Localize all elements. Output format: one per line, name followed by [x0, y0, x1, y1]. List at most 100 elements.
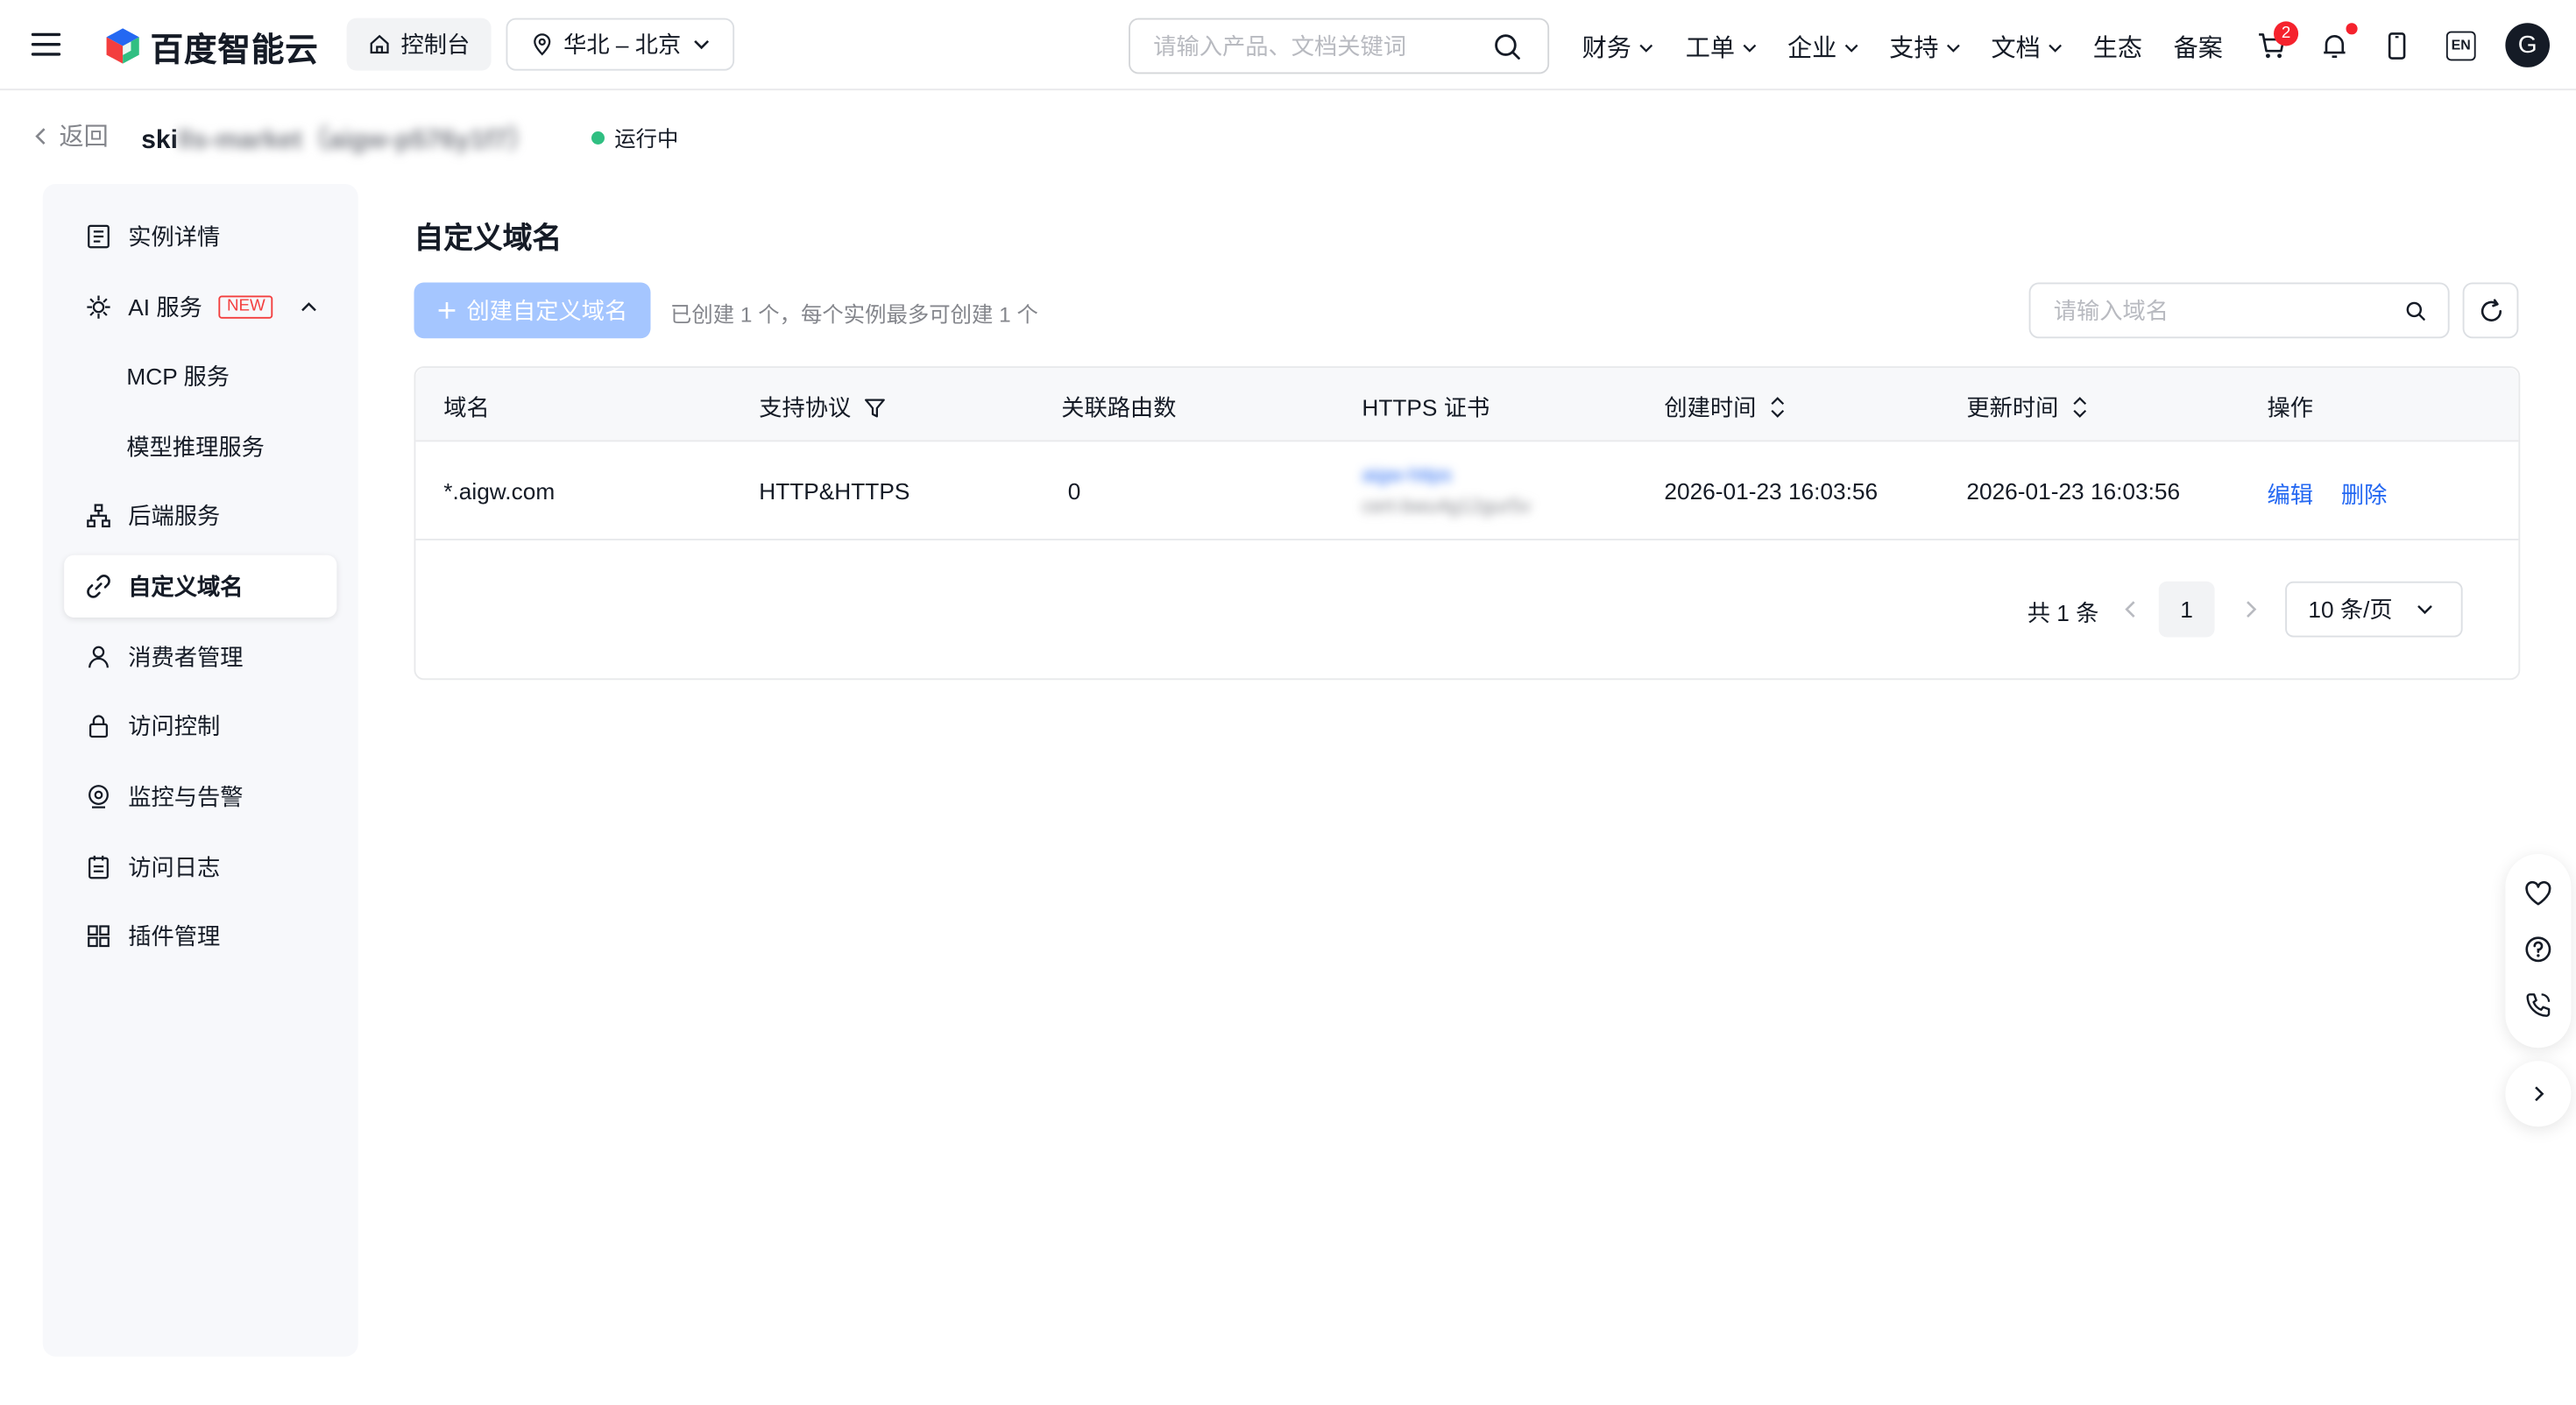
region-selector[interactable]: 华北 – 北京	[506, 18, 735, 71]
delete-button[interactable]: 删除	[2341, 478, 2388, 512]
cell-cert-id: cert-bwu4g12gur5v	[1362, 494, 1532, 518]
sidebar-item-backend-service[interactable]: 后端服务	[64, 484, 336, 547]
bell-icon[interactable]	[2320, 32, 2350, 61]
table-header: 域名 支持协议 关联路由数 HTTPS 证书 创建时间 更新时间 操作	[415, 368, 2519, 442]
back-button[interactable]: 返回	[33, 118, 109, 152]
home-icon	[370, 34, 389, 54]
status-badge: 运行中	[591, 122, 678, 153]
nav-support[interactable]: 支持	[1889, 30, 1962, 64]
sidebar-item-instance-detail[interactable]: 实例详情	[64, 205, 336, 267]
sort-icon[interactable]	[2071, 396, 2088, 419]
phone-icon[interactable]	[2523, 991, 2553, 1020]
nav-docs[interactable]: 文档	[1992, 30, 2064, 64]
chevron-down-icon	[1743, 43, 1757, 52]
cart-count-badge: 2	[2274, 21, 2299, 46]
chevron-down-icon	[2417, 605, 2433, 615]
help-icon[interactable]	[2523, 935, 2553, 964]
log-icon	[84, 852, 114, 882]
chevron-down-icon	[693, 39, 709, 50]
col-https-cert: HTTPS 证书	[1362, 394, 1490, 420]
refresh-icon	[2480, 298, 2502, 321]
col-updated-time: 更新时间	[1966, 391, 2088, 424]
nav-finance[interactable]: 财务	[1582, 30, 1655, 64]
chevron-down-icon	[2049, 43, 2063, 52]
chevron-down-icon	[1844, 43, 1858, 52]
baidu-cloud-logo[interactable]: 百度智能云	[105, 21, 319, 70]
edit-button[interactable]: 编辑	[2268, 478, 2314, 512]
col-protocol: 支持协议	[759, 391, 885, 424]
chevron-down-icon	[1639, 43, 1653, 52]
cell-cert-name-link[interactable]: aigw-https	[1362, 463, 1452, 486]
chevron-up-icon[interactable]	[300, 297, 320, 317]
avatar[interactable]: G	[2505, 23, 2550, 67]
sidebar-item-access-control[interactable]: 访问控制	[64, 695, 336, 757]
create-domain-button[interactable]: 创建自定义域名	[414, 282, 651, 339]
user-icon	[84, 642, 114, 672]
region-label: 华北 – 北京	[563, 31, 682, 58]
location-icon	[534, 33, 551, 56]
monitor-icon	[84, 782, 114, 812]
ai-service-icon	[84, 293, 114, 322]
col-actions: 操作	[2267, 394, 2314, 420]
console-button[interactable]: 控制台	[346, 18, 492, 71]
chevron-right-icon	[2535, 1086, 2544, 1102]
pager-total: 共 1 条	[2027, 599, 2099, 626]
cell-updated-time: 2026-01-23 16:03:56	[1966, 477, 2181, 505]
mobile-icon[interactable]	[2384, 32, 2410, 61]
sidebar: 实例详情 AI 服务 NEW MCP 服务 模型推理服务 后端服务 自定义域名 …	[42, 184, 358, 1357]
prev-page-icon[interactable]	[2118, 597, 2144, 623]
sidebar-item-consumer[interactable]: 消费者管理	[64, 625, 336, 688]
chevron-down-icon	[1947, 43, 1960, 52]
sidebar-item-custom-domain[interactable]: 自定义域名	[64, 554, 337, 618]
plugin-grid-icon	[84, 921, 114, 951]
menu-icon[interactable]	[30, 28, 63, 61]
sidebar-item-plugin[interactable]: 插件管理	[64, 905, 336, 967]
sidebar-item-monitor[interactable]: 监控与告警	[64, 766, 336, 828]
sidebar-item-ai-service[interactable]: AI 服务 NEW	[64, 276, 336, 338]
nav-ecosystem[interactable]: 生态	[2093, 30, 2142, 64]
domain-search	[2028, 282, 2450, 339]
cell-domain: *.aigw.com	[443, 477, 556, 505]
filter-icon[interactable]	[864, 397, 885, 418]
cell-created-time: 2026-01-23 16:03:56	[1664, 477, 1879, 505]
new-badge: NEW	[218, 295, 274, 319]
status-dot	[591, 131, 605, 145]
detail-list-icon	[84, 222, 114, 251]
page-title: 自定义域名	[414, 222, 563, 255]
lock-icon	[84, 711, 114, 741]
heart-icon[interactable]	[2523, 879, 2553, 908]
nav-ticket[interactable]: 工单	[1686, 30, 1759, 64]
cell-protocol: HTTP&HTTPS	[759, 477, 910, 505]
page-1-button[interactable]: 1	[2158, 581, 2215, 638]
nav-filing[interactable]: 备案	[2174, 30, 2223, 64]
search-icon[interactable]	[1493, 33, 1521, 61]
link-icon	[84, 572, 114, 602]
instance-name: skills-market（aigw-p576y1f7）	[141, 126, 534, 155]
table-row: *.aigw.com HTTP&HTTPS 0 aigw-https cert-…	[415, 441, 2519, 540]
sidebar-item-model-inference[interactable]: 模型推理服务	[64, 415, 336, 477]
col-created-time: 创建时间	[1664, 391, 1786, 424]
sidebar-item-mcp-service[interactable]: MCP 服务	[64, 345, 336, 407]
domain-search-input[interactable]	[2030, 284, 2392, 337]
col-route-count: 关联路由数	[1061, 394, 1177, 420]
notification-dot	[2346, 23, 2358, 35]
nav-enterprise[interactable]: 企业	[1787, 30, 1860, 64]
floating-toolbar	[2505, 854, 2572, 1048]
back-label: 返回	[59, 123, 109, 152]
sidebar-item-access-log[interactable]: 访问日志	[64, 836, 336, 898]
collapse-toolbar-button[interactable]	[2505, 1061, 2572, 1127]
language-switch[interactable]: EN	[2445, 31, 2476, 61]
quota-hint: 已创建 1 个，每个实例最多可创建 1 个	[670, 302, 1038, 328]
search-icon[interactable]	[2405, 300, 2426, 321]
refresh-button[interactable]	[2462, 282, 2519, 339]
cube-logo-icon	[106, 28, 139, 64]
global-search	[1129, 18, 1550, 74]
next-page-icon[interactable]	[2238, 597, 2264, 623]
top-navbar: 百度智能云 控制台 华北 – 北京 财务 工单 企业 支持	[0, 0, 2576, 91]
backend-tree-icon	[84, 501, 114, 531]
sort-icon[interactable]	[1769, 396, 1786, 419]
instance-name-blurred: lls-market（aigw-p576y1f7）	[177, 126, 534, 155]
global-search-input[interactable]	[1130, 19, 1492, 73]
page-size-select[interactable]: 10 条/页	[2285, 581, 2463, 638]
console-label: 控制台	[400, 31, 471, 58]
